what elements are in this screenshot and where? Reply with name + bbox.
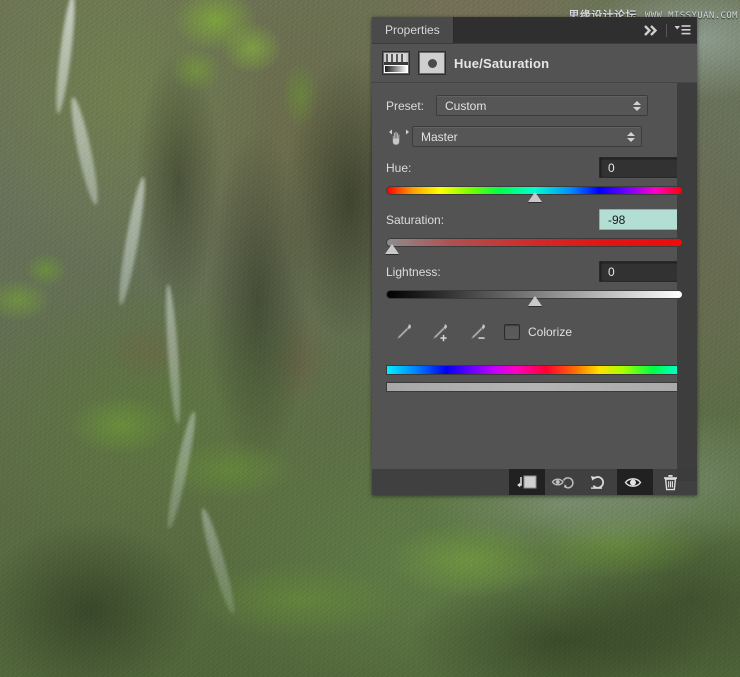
panel-tab-bar: Properties [372, 17, 697, 44]
tab-bar-empty-area [453, 17, 640, 43]
preset-value: Custom [445, 98, 487, 113]
preset-stepper-icon [633, 100, 641, 111]
on-image-adjustment-hand-icon[interactable] [386, 128, 412, 146]
clip-to-layer-button[interactable] [509, 469, 545, 495]
eyedropper-plus-icon[interactable] [428, 321, 452, 343]
screenshot-root: 思缘设计论坛 WWW.MISSYUAN.COM Properties Hue/S… [0, 0, 740, 677]
preset-row: Preset: Custom [386, 95, 683, 116]
channel-value: Master [421, 129, 458, 144]
delete-layer-button[interactable] [653, 469, 689, 495]
saturation-slider-knob[interactable] [384, 244, 399, 254]
panel-body: Preset: Custom Master Hue: 0 Saturation:… [372, 83, 697, 481]
eyedropper-row: Colorize [386, 321, 683, 343]
lightness-label: Lightness: [386, 264, 441, 279]
preset-label: Preset: [386, 98, 425, 113]
scrubby-hand-icon [389, 129, 409, 145]
panel-tab-actions [640, 17, 697, 43]
eyedropper-icon[interactable] [392, 321, 414, 343]
panel-scroll-gutter[interactable] [677, 83, 697, 481]
saturation-value-input[interactable]: -98 [599, 209, 683, 230]
source-hue-spectrum-bar[interactable] [386, 365, 683, 375]
result-hue-spectrum-bar[interactable] [386, 382, 683, 392]
tab-properties[interactable]: Properties [372, 17, 454, 43]
saturation-header: Saturation: -98 [386, 209, 683, 230]
collapse-to-icons-button[interactable] [642, 21, 660, 39]
toolbar-divider [666, 23, 667, 37]
lightness-header: Lightness: 0 [386, 261, 683, 282]
saturation-slider-block: Saturation: -98 [384, 209, 683, 255]
saturation-track-wrap[interactable] [384, 237, 683, 255]
hue-range-bars [386, 365, 683, 392]
double-chevron-right-icon [644, 24, 658, 36]
trash-icon [664, 474, 677, 490]
adjustment-title: Hue/Saturation [454, 55, 550, 71]
hue-slider-knob[interactable] [527, 192, 542, 202]
lightness-slider-block: Lightness: 0 [386, 261, 683, 307]
lightness-value-input[interactable]: 0 [599, 261, 683, 282]
panel-footer-toolbar [372, 469, 697, 495]
reset-arrow-icon [591, 476, 604, 489]
colorize-checkbox[interactable] [504, 324, 520, 340]
toggle-visibility-button[interactable] [617, 469, 653, 495]
properties-panel: Properties Hue/Saturation Preset: Custom… [372, 17, 697, 495]
lightness-slider-knob[interactable] [527, 296, 542, 306]
hue-track-wrap[interactable] [386, 185, 683, 203]
colorize-label: Colorize [528, 325, 573, 339]
channel-row: Master [386, 126, 683, 147]
tab-properties-label: Properties [385, 23, 440, 37]
saturation-track[interactable] [386, 238, 683, 247]
view-previous-state-button[interactable] [545, 469, 581, 495]
adjustment-header: Hue/Saturation [372, 44, 697, 83]
eye-icon [624, 477, 642, 487]
channel-dropdown[interactable]: Master [412, 126, 642, 147]
clip-to-layer-icon [517, 475, 537, 489]
layer-mask-thumbnail-icon[interactable] [418, 51, 446, 75]
reset-button[interactable] [581, 469, 617, 495]
eye-undo-icon [551, 476, 574, 489]
saturation-label: Saturation: [386, 212, 445, 227]
hue-header: Hue: 0 [386, 157, 683, 178]
hue-slider-block: Hue: 0 [386, 157, 683, 203]
panel-menu-button[interactable] [673, 21, 691, 39]
eyedropper-minus-icon[interactable] [466, 321, 490, 343]
panel-menu-icon [674, 25, 690, 35]
preset-dropdown[interactable]: Custom [436, 95, 648, 116]
lightness-track-wrap[interactable] [386, 289, 683, 307]
hue-value-input[interactable]: 0 [599, 157, 683, 178]
adjustment-layer-thumbnail-icon[interactable] [382, 51, 410, 75]
hue-label: Hue: [386, 160, 412, 175]
channel-stepper-icon [627, 131, 635, 142]
